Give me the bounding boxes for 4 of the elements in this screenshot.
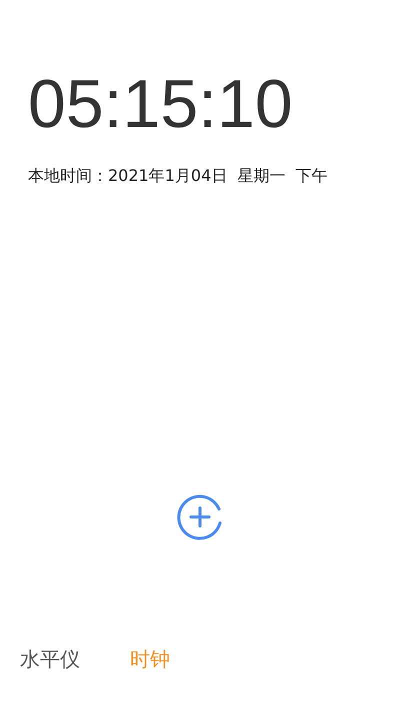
add-icon[interactable] bbox=[176, 493, 224, 541]
local-date: 本地时间：2021年1月04日 星期一 下午 bbox=[28, 166, 329, 187]
tab[interactable]: 水平仪 bbox=[20, 643, 80, 675]
clock-time: 05:15:10 bbox=[28, 70, 294, 138]
